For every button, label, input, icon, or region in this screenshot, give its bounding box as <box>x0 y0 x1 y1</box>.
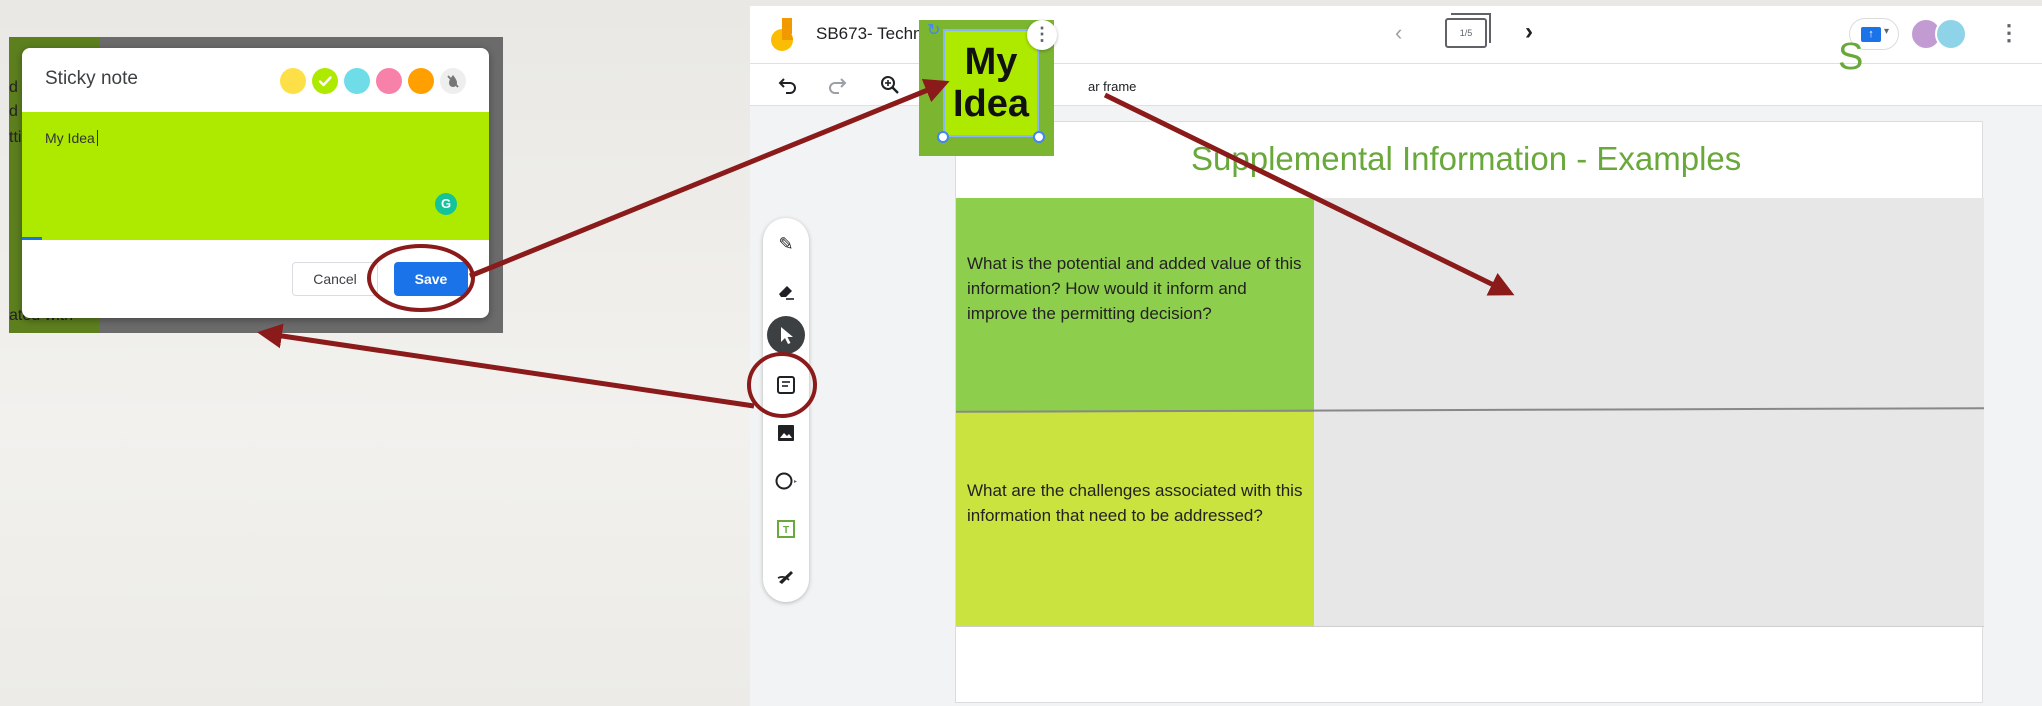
question-text: What are the challenges associated with … <box>967 481 1303 525</box>
cursor-icon <box>781 327 793 344</box>
table-cell <box>1314 412 1984 626</box>
backdrop-text: tti <box>9 129 22 146</box>
check-icon <box>318 76 332 87</box>
heading-peek: S <box>1838 36 1864 78</box>
slide-heading: Supplemental Information - Examples <box>1191 140 1742 177</box>
whiteboard-app: SB673- Techn ‹ 1/5 › ↑ ▾ ⋮ ar frame Supp… <box>750 6 2042 706</box>
chevron-down-icon: ▾ <box>1884 26 1890 37</box>
upload-icon: ↑ <box>1861 27 1881 42</box>
table-cell <box>1314 198 1984 412</box>
no-color-swatch[interactable] <box>440 68 466 94</box>
laser-tool-icon[interactable] <box>774 566 798 590</box>
color-swatch-pink[interactable] <box>376 68 402 94</box>
color-swatch-orange[interactable] <box>408 68 434 94</box>
select-tool-icon[interactable] <box>767 316 805 354</box>
sticky-note-text: My <box>964 41 1018 83</box>
redo-icon[interactable] <box>827 76 847 94</box>
cancel-button[interactable]: Cancel <box>292 262 378 296</box>
frame-bar-toggle[interactable]: 1/5 <box>1445 13 1491 48</box>
image-tool-icon[interactable] <box>774 422 798 446</box>
undo-icon[interactable] <box>778 76 798 94</box>
eraser-icon <box>779 286 794 300</box>
jamboard-logo-icon <box>771 18 793 51</box>
color-swatch-cyan[interactable] <box>344 68 370 94</box>
image-icon <box>778 425 794 441</box>
focus-indicator <box>22 237 42 240</box>
backdrop-text: d <box>9 79 18 96</box>
text-box-icon: T <box>777 520 795 538</box>
more-options-icon[interactable]: ⋮ <box>1998 20 2020 46</box>
sticky-note-content[interactable]: My Idea <box>943 29 1039 137</box>
clear-frame-button[interactable]: ar frame <box>1088 79 1136 94</box>
zoom-icon[interactable] <box>880 75 900 95</box>
sticky-note-icon <box>777 376 795 394</box>
color-swatch-yellow[interactable] <box>280 68 306 94</box>
no-color-icon <box>447 75 459 88</box>
table-divider <box>956 626 1984 627</box>
sticky-note[interactable]: My Idea ↻ ⋮ <box>919 20 1057 156</box>
previous-frame-icon[interactable]: ‹ <box>1395 20 1402 46</box>
document-title[interactable]: SB673- Techn <box>816 24 922 44</box>
resize-handle[interactable] <box>937 131 949 143</box>
arrow-tool-to-dialog <box>257 323 755 409</box>
grammarly-icon[interactable]: G <box>435 193 457 215</box>
dialog-title: Sticky note <box>45 68 138 89</box>
svg-text:T: T <box>783 525 789 536</box>
shape-tool-icon[interactable] <box>774 470 798 494</box>
frame-canvas[interactable]: Supplemental Information - Examples What… <box>955 121 1985 703</box>
sticky-note-text: Idea <box>952 83 1030 125</box>
resize-handle[interactable] <box>1033 131 1045 143</box>
eraser-tool-icon[interactable] <box>774 280 798 304</box>
text-cursor <box>97 130 98 146</box>
note-text-value: My Idea <box>45 130 95 146</box>
circle-icon <box>775 472 797 490</box>
note-text-area[interactable]: My Idea G <box>22 112 489 240</box>
table-cell: What is the potential and added value of… <box>956 198 1314 412</box>
rotate-handle-icon[interactable]: ↻ <box>927 20 940 40</box>
save-button[interactable]: Save <box>394 262 468 296</box>
text-box-tool-icon[interactable]: T <box>774 518 798 542</box>
sticky-note-tool-icon[interactable] <box>774 374 798 398</box>
table-cell: What are the challenges associated with … <box>956 412 1314 626</box>
avatar[interactable] <box>1935 18 1967 50</box>
question-text: What is the potential and added value of… <box>967 254 1302 323</box>
sticky-note-dialog: Sticky note My Idea G Cancel Save <box>22 48 489 318</box>
frame-counter: 1/5 <box>1459 28 1473 38</box>
tool-palette: ✎ T <box>763 218 809 602</box>
backdrop-text: d <box>9 103 18 120</box>
color-swatch-lime[interactable] <box>312 68 338 94</box>
next-frame-icon[interactable]: › <box>1525 18 1533 46</box>
pen-tool-icon[interactable]: ✎ <box>774 232 798 256</box>
more-options-icon[interactable]: ⋮ <box>1027 20 1057 50</box>
laser-icon <box>777 571 793 584</box>
